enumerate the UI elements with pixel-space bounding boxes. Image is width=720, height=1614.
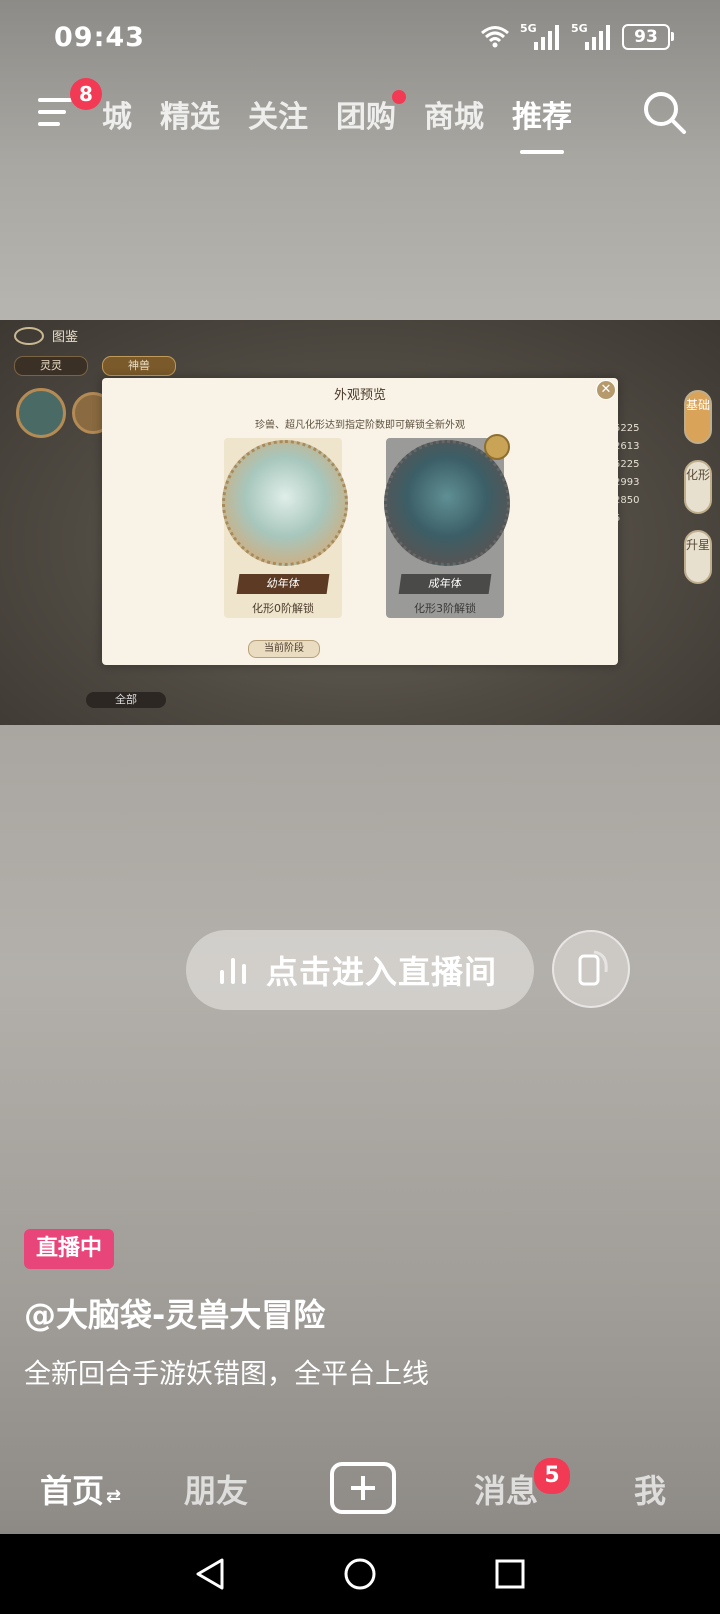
tab-featured[interactable]: 精选	[146, 92, 234, 136]
filter-all: 全部	[86, 692, 166, 708]
card-juvenile: 幼年体 化形0阶解锁	[222, 438, 348, 618]
live-status-badge: 直播中	[24, 1229, 115, 1269]
video-header: 图鉴	[14, 326, 78, 345]
card-juvenile-name: 幼年体	[236, 574, 330, 594]
side-tab-basic: 基础	[684, 390, 712, 444]
status-bar: 09:43 5G 5G 93	[0, 0, 720, 78]
nav-home[interactable]: 首页 ⇄	[40, 1466, 121, 1512]
nav-home-label: 首页	[40, 1472, 105, 1510]
clock: 09:43	[54, 22, 145, 53]
card-adult: 成年体 化形3阶解锁	[384, 434, 510, 618]
nav-me[interactable]: 我	[634, 1466, 666, 1512]
tab-group-buy-label: 团购	[336, 100, 396, 135]
pill-left: 灵灵	[14, 356, 88, 376]
system-nav-bar	[0, 1534, 720, 1614]
back-icon[interactable]	[192, 1556, 228, 1592]
tab-recommend[interactable]: 推荐	[498, 92, 586, 154]
swap-icon: ⇄	[106, 1486, 122, 1507]
lock-icon	[484, 434, 510, 460]
video-header-label: 图鉴	[52, 330, 79, 345]
home-circle-icon[interactable]	[342, 1556, 378, 1592]
nav-friends[interactable]: 朋友	[184, 1466, 248, 1512]
menu-badge: 8	[70, 78, 102, 110]
wifi-icon	[481, 26, 509, 48]
menu-button[interactable]	[38, 98, 74, 132]
tab-following[interactable]: 关注	[234, 92, 322, 136]
rotate-screen-button[interactable]	[552, 930, 630, 1008]
search-icon[interactable]	[642, 90, 688, 136]
enter-live-room-label: 点击进入直播间	[266, 953, 498, 991]
appearance-preview-dialog: 外观预览 ✕ 珍兽、超凡化形达到指定阶数即可解锁全新外观 幼年体 化形0阶解锁 …	[102, 378, 618, 665]
create-button[interactable]	[330, 1462, 396, 1514]
bottom-nav: 首页 ⇄ 朋友 消息 5 我	[0, 1444, 720, 1534]
rotate-screen-icon	[578, 950, 608, 986]
stream-description: 全新回合手游妖错图，全平台上线	[24, 1359, 429, 1390]
card-juvenile-condition: 化形0阶解锁	[252, 602, 314, 615]
live-bars-icon	[220, 956, 246, 984]
signal-icon-2: 5G	[571, 22, 610, 50]
eye-icon	[14, 326, 44, 345]
card-adult-name: 成年体	[398, 574, 492, 594]
side-tab-starup: 升星	[684, 530, 712, 584]
top-tabs: 城 精选 关注 团购 商城 推荐	[102, 90, 586, 154]
signal-icon-1: 5G	[520, 22, 559, 50]
notification-dot	[392, 90, 406, 104]
tab-mall[interactable]: 商城	[410, 92, 498, 136]
streamer-title[interactable]: @大脑袋-灵兽大冒险	[24, 1290, 325, 1336]
messages-badge: 5	[534, 1458, 570, 1494]
enter-live-room-button[interactable]: 点击进入直播间	[186, 930, 534, 1010]
battery-level: 93	[634, 27, 658, 47]
battery-icon: 93	[622, 24, 674, 50]
pill-right: 神兽	[102, 356, 176, 376]
juvenile-pet-image	[222, 440, 348, 566]
card-adult-condition: 化形3阶解锁	[414, 602, 476, 615]
recents-square-icon[interactable]	[492, 1556, 528, 1592]
side-tab-transform: 化形	[684, 460, 712, 514]
pet-avatar-1	[16, 388, 66, 438]
dialog-subtitle: 珍兽、超凡化形达到指定阶数即可解锁全新外观	[255, 420, 465, 431]
current-stage-label: 当前阶段	[248, 640, 320, 658]
top-nav: 8 城 精选 关注 团购 商城 推荐	[0, 78, 720, 160]
close-icon: ✕	[596, 380, 616, 400]
status-icons: 5G 5G 93	[480, 22, 674, 50]
dialog-title: 外观预览	[333, 388, 386, 403]
tab-city[interactable]: 城	[102, 92, 146, 136]
tab-group-buy[interactable]: 团购	[322, 90, 410, 136]
nav-messages[interactable]: 消息	[474, 1466, 538, 1512]
